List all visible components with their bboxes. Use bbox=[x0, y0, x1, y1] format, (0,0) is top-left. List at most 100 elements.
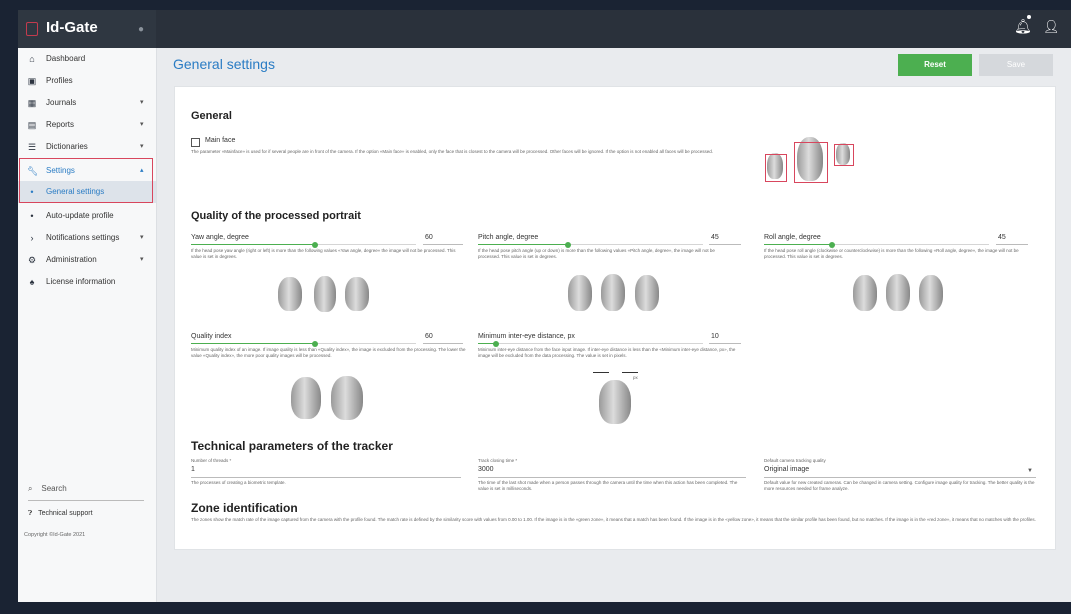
sidebar-item-label: Auto-update profile bbox=[46, 211, 114, 220]
report-icon: ▤ bbox=[27, 120, 37, 130]
logo-icon bbox=[26, 22, 38, 36]
track-closing-time-label: Track closing time * bbox=[478, 458, 518, 463]
sidebar-item-license-information[interactable]: ♠ License information bbox=[18, 271, 156, 293]
sidebar-item-notifications-settings[interactable]: › Notifications settings ▾ bbox=[18, 227, 156, 249]
sidebar-item-label: License information bbox=[46, 277, 116, 286]
head-roll-illustration bbox=[853, 275, 877, 311]
support-label: Technical support bbox=[38, 510, 93, 517]
track-closing-time-input[interactable]: 3000 bbox=[478, 466, 494, 473]
sidebar-item-profiles[interactable]: ▣ Profiles bbox=[18, 70, 156, 92]
user-icon[interactable]: 👤︎ bbox=[1043, 19, 1060, 35]
head-pitch-illustration bbox=[635, 275, 659, 311]
inter-eye-distance-description: Minimum inter-eye distance from the face… bbox=[478, 347, 736, 358]
threads-description: The processes of creating a biometric te… bbox=[191, 480, 286, 485]
sidebar-item-journals[interactable]: ▦ Journals ▾ bbox=[18, 92, 156, 114]
help-icon: ❓︎ bbox=[28, 510, 33, 517]
pitch-angle-slider-fill bbox=[478, 244, 568, 245]
dot-icon: • bbox=[30, 211, 34, 221]
sidebar-item-label: Notifications settings bbox=[46, 233, 120, 242]
yaw-angle-label: Yaw angle, degree bbox=[191, 234, 249, 241]
selection-highlight bbox=[19, 158, 153, 203]
camera-quality-description: Default value for new created cameras. C… bbox=[764, 480, 1035, 491]
roll-angle-description: If the head pose roll angle (clockwise o… bbox=[764, 248, 1019, 259]
top-bar: Id-Gate ● 🔔︎ 👤︎ bbox=[18, 10, 1071, 48]
search-label: Search bbox=[41, 484, 67, 493]
bell-icon[interactable]: 🔔︎ bbox=[1014, 18, 1032, 35]
tracker-section-title: Technical parameters of the tracker bbox=[191, 439, 393, 453]
technical-support-link[interactable]: ❓︎ Technical support bbox=[28, 510, 93, 518]
inter-eye-distance-label: Minimum inter-eye distance, px bbox=[478, 333, 575, 340]
reset-button[interactable]: Reset bbox=[898, 54, 972, 76]
app-name: Id-Gate bbox=[46, 19, 98, 36]
quality-section-title: Quality of the processed portrait bbox=[191, 210, 361, 222]
main-face-description: The parameter «Mainface» is used for if … bbox=[191, 149, 714, 154]
inter-eye-illustration bbox=[599, 380, 631, 424]
roll-angle-input-line bbox=[996, 244, 1028, 245]
page-title: General settings bbox=[173, 56, 275, 72]
head-pitch-illustration bbox=[601, 274, 625, 311]
chevron-down-icon: ▾ bbox=[140, 121, 144, 128]
yaw-angle-slider-fill bbox=[191, 244, 315, 245]
pitch-angle-input-line bbox=[709, 244, 741, 245]
threads-input[interactable]: 1 bbox=[191, 466, 195, 473]
save-button[interactable]: Save bbox=[979, 54, 1053, 76]
inter-eye-distance-input-line bbox=[709, 343, 741, 344]
inter-eye-distance-value: 10 bbox=[711, 333, 719, 340]
list-icon: ☰ bbox=[27, 142, 37, 152]
left-arrow-icon bbox=[593, 372, 609, 373]
head-yaw-illustration bbox=[345, 277, 369, 311]
sidebar-item-dashboard[interactable]: ⌂ Dashboard bbox=[18, 48, 156, 70]
camera-quality-label: Default camera tracking quality bbox=[764, 458, 826, 463]
sidebar-item-label: Administration bbox=[46, 255, 97, 264]
roll-angle-label: Roll angle, degree bbox=[764, 234, 821, 241]
right-arrow-icon bbox=[622, 372, 638, 373]
roll-angle-slider-fill bbox=[764, 244, 832, 245]
camera-quality-select[interactable]: Original image bbox=[764, 466, 809, 473]
roll-angle-value: 45 bbox=[998, 234, 1006, 241]
px-label: px bbox=[633, 375, 638, 380]
chevron-down-icon: ▾ bbox=[140, 256, 144, 263]
track-closing-time-input-line bbox=[478, 477, 746, 478]
head-yaw-illustration bbox=[278, 277, 302, 311]
quality-index-description: Minimum quality index of an image. If im… bbox=[191, 347, 466, 358]
sidebar-item-label: Profiles bbox=[46, 76, 73, 85]
quality-index-slider-fill bbox=[191, 343, 315, 344]
quality-index-label: Quality index bbox=[191, 333, 232, 340]
sidebar-item-label: Reports bbox=[46, 120, 75, 129]
pitch-angle-description: If the head pose pitch angle (up or down… bbox=[478, 248, 715, 259]
face-quality-illustration bbox=[291, 377, 321, 419]
track-closing-time-description: The time of the last shot made when a pe… bbox=[478, 480, 738, 491]
threads-label: Number of threads * bbox=[191, 458, 232, 463]
chevron-down-icon[interactable]: ▼ bbox=[1027, 468, 1033, 474]
collapse-sidebar-icon[interactable]: ● bbox=[138, 24, 144, 35]
sidebar: ⌂ Dashboard ▣ Profiles ▦ Journals ▾ ▤ Re… bbox=[18, 48, 157, 602]
sidebar-item-label: Dictionaries bbox=[46, 142, 88, 151]
gear-icon: ⚙ bbox=[27, 255, 37, 265]
settings-card: General Main face The parameter «Mainfac… bbox=[174, 86, 1056, 550]
notification-dot bbox=[1027, 15, 1031, 19]
sidebar-item-administration[interactable]: ⚙ Administration ▾ bbox=[18, 249, 156, 271]
inter-eye-distance-slider-track bbox=[478, 343, 703, 344]
pitch-angle-label: Pitch angle, degree bbox=[478, 234, 539, 241]
sidebar-item-reports[interactable]: ▤ Reports ▾ bbox=[18, 114, 156, 136]
chevron-down-icon: ▾ bbox=[140, 143, 144, 150]
head-roll-illustration bbox=[886, 274, 910, 311]
quality-index-input-line bbox=[423, 343, 463, 344]
logo[interactable]: Id-Gate ● bbox=[18, 10, 156, 48]
home-icon: ⌂ bbox=[29, 54, 35, 64]
search-icon: ⌕ bbox=[28, 484, 33, 493]
sidebar-item-dictionaries[interactable]: ☰ Dictionaries ▾ bbox=[18, 136, 156, 158]
sidebar-item-auto-update-profile[interactable]: • Auto-update profile bbox=[18, 205, 156, 227]
yaw-angle-value: 60 bbox=[425, 234, 433, 241]
chevron-down-icon: ▾ bbox=[140, 234, 144, 241]
chevron-down-icon: ▾ bbox=[140, 99, 144, 106]
threads-input-line bbox=[191, 477, 461, 478]
general-section-title: General bbox=[191, 110, 232, 122]
search-input[interactable]: ⌕ Search bbox=[28, 484, 144, 501]
face-detection-box bbox=[765, 154, 787, 182]
head-pitch-illustration bbox=[568, 275, 592, 311]
table-icon: ▦ bbox=[27, 98, 37, 108]
main-face-label: Main face bbox=[205, 137, 236, 144]
face-quality-illustration bbox=[331, 376, 363, 420]
main-face-checkbox[interactable] bbox=[191, 138, 200, 147]
